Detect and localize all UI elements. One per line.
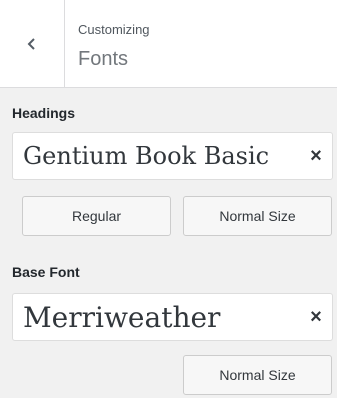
base-font-label: Base Font	[12, 264, 80, 280]
fonts-content: Headings Gentium Book Basic × Regular No…	[0, 89, 337, 398]
customizer-panel: Customizing Fonts Headings Gentium Book …	[0, 0, 337, 398]
chevron-left-icon	[27, 38, 35, 50]
headings-font-name: Gentium Book Basic	[23, 142, 270, 170]
headings-label: Headings	[12, 105, 76, 121]
back-button[interactable]	[0, 0, 65, 88]
page-title: Fonts	[78, 48, 129, 70]
title-wrap: Customizing Fonts	[65, 0, 150, 87]
base-font-field[interactable]: Merriweather ×	[12, 293, 333, 341]
headings-clear-button[interactable]: ×	[306, 146, 326, 166]
headings-weight-button[interactable]: Regular	[22, 196, 171, 236]
customizer-header: Customizing Fonts	[0, 0, 337, 88]
base-font-clear-button[interactable]: ×	[306, 307, 326, 327]
base-font-size-button[interactable]: Normal Size	[183, 355, 332, 395]
headings-font-field[interactable]: Gentium Book Basic ×	[12, 132, 333, 180]
breadcrumb: Customizing	[78, 22, 150, 37]
headings-size-button[interactable]: Normal Size	[183, 196, 332, 236]
base-font-name: Merriweather	[23, 300, 221, 334]
